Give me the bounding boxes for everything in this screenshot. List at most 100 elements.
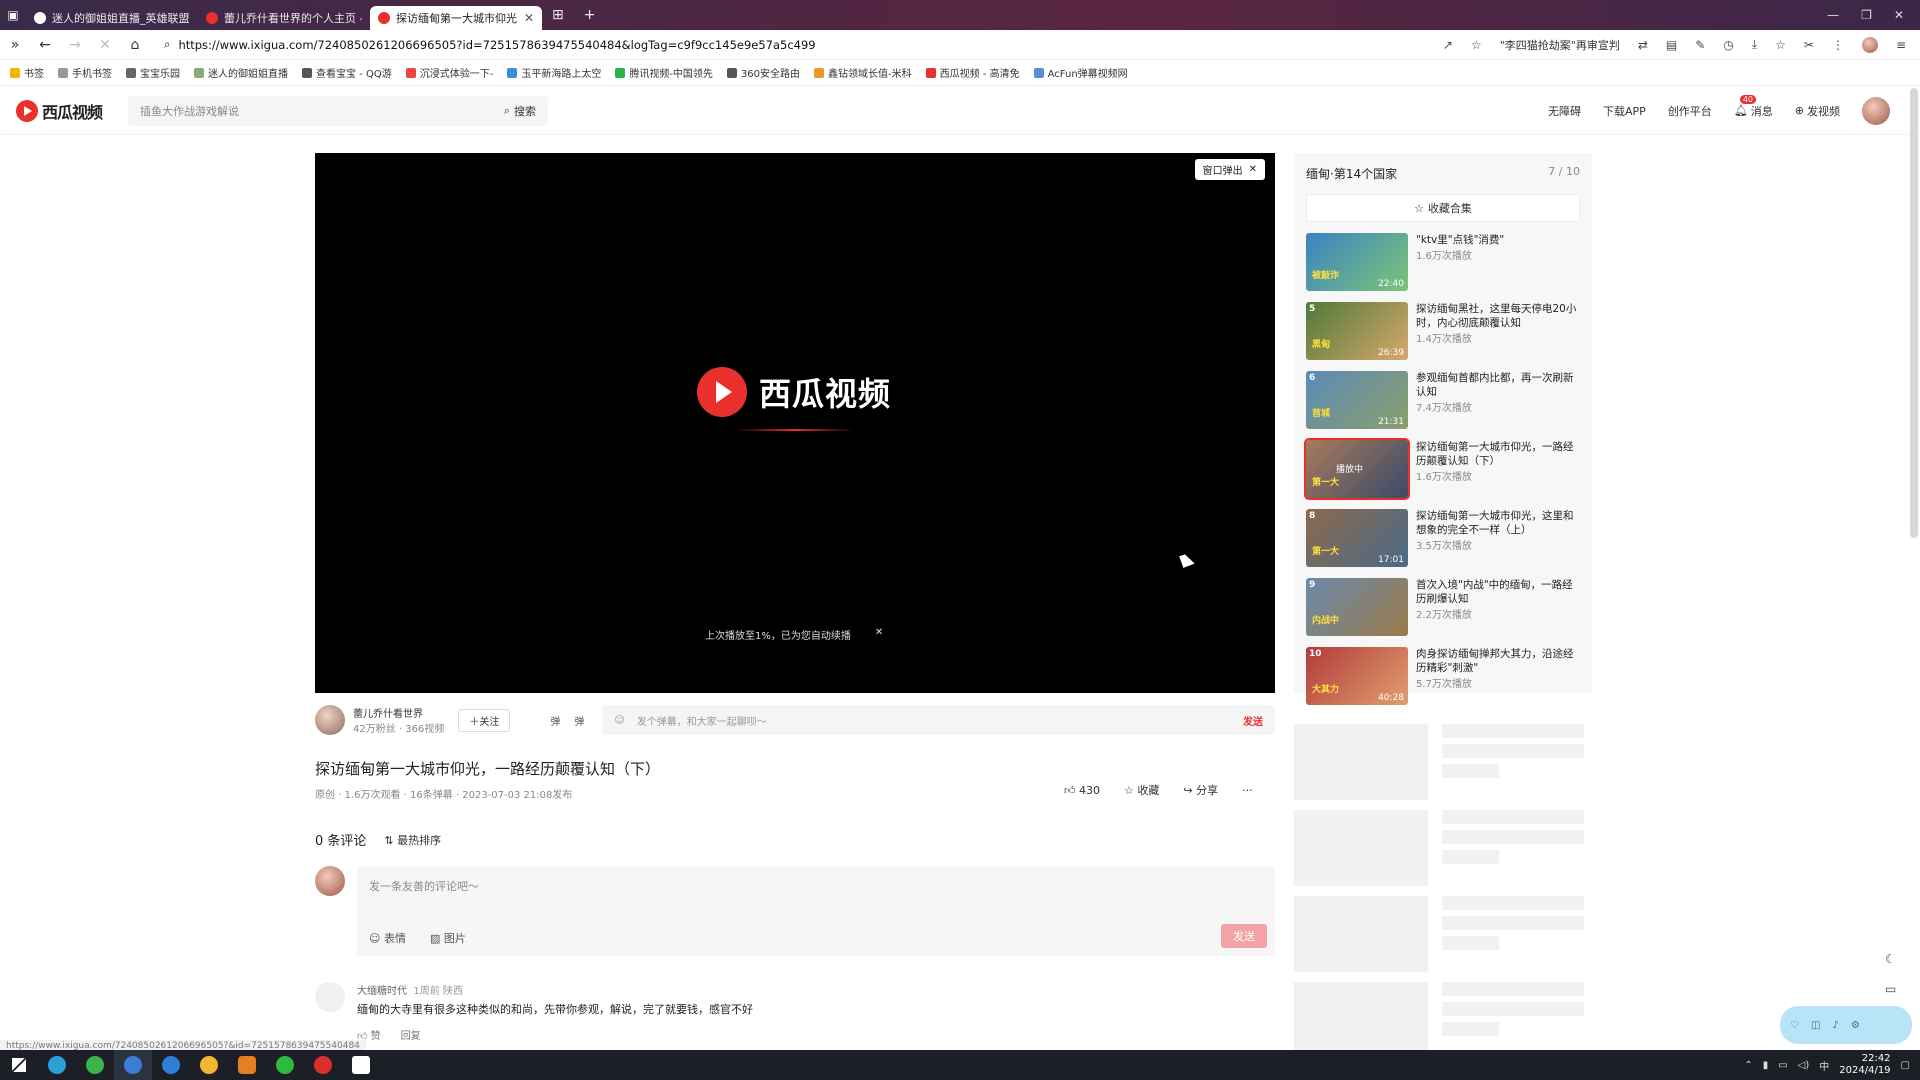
playlist-item[interactable]: 8 第一大 17:01 探访缅甸第一大城市仰光，这里和想象的完全不一样（上） 3.5万次…	[1294, 504, 1592, 573]
bookmark-item[interactable]: 玉平新海路上太空	[507, 65, 601, 80]
bookmark-item[interactable]: 鑫钻领域长值-米科	[814, 65, 912, 80]
video-player[interactable]: 窗口弹出 ✕ 西瓜视频 上次播放至1%，已为您自动续播 ✕	[315, 153, 1275, 693]
wechat-icon[interactable]	[266, 1050, 304, 1080]
menu-icon[interactable]: ≡	[1896, 38, 1906, 52]
emoji-button[interactable]: ☺ 表情	[369, 930, 406, 946]
favorite-star-icon[interactable]: ☆	[1471, 38, 1482, 52]
new-tab-icon[interactable]: +	[574, 7, 606, 23]
danmu-toggle-icon[interactable]: 弹	[550, 713, 560, 728]
playlist-item[interactable]: 9 内战中 首次入境"内战"中的缅甸，一路经历刷爆认知 2.2万次播放	[1294, 573, 1592, 642]
playlist-item[interactable]: 6 首城 21:31 参观缅甸首都内比都，再一次刷新认知 7.4万次播放	[1294, 366, 1592, 435]
close-window-icon[interactable]: ✕	[1894, 8, 1904, 22]
tab-group-icon[interactable]: ⊞	[542, 7, 574, 23]
playlist-item[interactable]: 10 大其力 40:28 肉身探访缅甸掸邦大其力，沿途经历精彩"刺激" 5.7万次播放	[1294, 642, 1592, 711]
playlist-thumbnail[interactable]: 9 内战中	[1306, 578, 1408, 636]
bookmark-item[interactable]: 360安全路由	[726, 65, 800, 80]
upload-video-button[interactable]: ⊕ 发视频	[1795, 103, 1840, 119]
playlist-video-title[interactable]: "ktv里"点钱"消费"	[1416, 233, 1504, 247]
creator-platform-link[interactable]: 创作平台	[1668, 103, 1712, 119]
sogou-icon[interactable]	[152, 1050, 190, 1080]
hot-search-hint[interactable]: "李四猫抢劫案"再审宣判	[1500, 37, 1620, 53]
like-button[interactable]: 👍︎ 430	[1064, 784, 1100, 797]
bookmark-item[interactable]: 书签	[10, 65, 44, 80]
danmu-input[interactable]: ☺ 发个弹幕，和大家一起聊呗～ 发送	[602, 705, 1275, 735]
notifications-button[interactable]: 🔔︎ 40 消息	[1734, 94, 1773, 119]
search-button[interactable]: ⌕ 搜索	[504, 103, 536, 119]
playlist-item[interactable]: 被敲诈 22:40 "ktv里"点钱"消费" 1.6万次播放	[1294, 228, 1592, 297]
comment-reply-button[interactable]: 回复	[401, 1027, 421, 1042]
playlist-thumbnail[interactable]: 10 大其力 40:28	[1306, 647, 1408, 705]
page-scrollbar[interactable]	[1910, 88, 1918, 538]
playlist-thumbnail[interactable]: 6 首城 21:31	[1306, 371, 1408, 429]
pdf-icon[interactable]: ▤	[1666, 38, 1677, 52]
playlist-video-title[interactable]: 参观缅甸首都内比都，再一次刷新认知	[1416, 371, 1580, 399]
edge-icon[interactable]	[38, 1050, 76, 1080]
playlist-video-title[interactable]: 探访缅甸黑社，这里每天停电20小时，内心彻底颠覆认知	[1416, 302, 1580, 330]
popout-button[interactable]: 窗口弹出 ✕	[1194, 159, 1265, 180]
playlist-video-title[interactable]: 探访缅甸第一大城市仰光，这里和想象的完全不一样（上）	[1416, 509, 1580, 537]
stop-icon[interactable]: ✕	[90, 37, 120, 53]
playlist-thumbnail[interactable]: 第一大 播放中	[1304, 438, 1410, 500]
bookmark-item[interactable]: 沉浸式体验一下-	[405, 65, 493, 80]
playlist-item[interactable]: 第一大 播放中 探访缅甸第一大城市仰光，一路经历颠覆认知（下） 1.6万次播放	[1294, 435, 1592, 504]
browser-profile-avatar[interactable]	[1861, 36, 1878, 53]
scissors-icon[interactable]: ✂	[1804, 38, 1814, 52]
gear-icon[interactable]: ⚙	[1851, 1020, 1860, 1031]
network-icon[interactable]: ▭	[1778, 1060, 1787, 1071]
more-icon[interactable]: ···	[1242, 784, 1253, 797]
cloud-widget[interactable]: ♡ ◫ ♪ ⚙	[1780, 1006, 1912, 1044]
app-icon[interactable]	[228, 1050, 266, 1080]
back-icon[interactable]: ←	[30, 37, 60, 53]
collect-button[interactable]: ☆ 收藏	[1124, 782, 1159, 798]
bookmark-item[interactable]: 西瓜视频 - 高清免	[925, 65, 1020, 80]
playlist-thumbnail[interactable]: 5 黑甸 26:39	[1306, 302, 1408, 360]
bookmark-item[interactable]: 手机书签	[58, 65, 112, 80]
usb-icon[interactable]: ▮	[1763, 1060, 1769, 1071]
tab-3-active[interactable]: 探访缅甸第一大城市仰光，一路 ✕	[370, 6, 542, 30]
playlist-video-title[interactable]: 探访缅甸第一大城市仰光，一路经历颠覆认知（下）	[1416, 440, 1580, 468]
danmu-send-button[interactable]: 发送	[1243, 713, 1263, 728]
site-logo[interactable]: 西瓜视频	[16, 99, 103, 123]
cloud-tool-icon[interactable]: ♪	[1832, 1020, 1838, 1031]
collect-collection-button[interactable]: ☆ 收藏合集	[1306, 194, 1580, 222]
more-vertical-icon[interactable]: ⋮	[1832, 38, 1844, 52]
window-menu-icon[interactable]: ▣	[0, 0, 26, 30]
url-field[interactable]: ⌕ https://www.ixigua.com/724085026120669…	[156, 33, 1437, 57]
tab-close-icon[interactable]: ✕	[524, 11, 534, 25]
playlist-thumbnail[interactable]: 8 第一大 17:01	[1306, 509, 1408, 567]
restore-icon[interactable]: ❐	[1861, 8, 1872, 22]
bookmark-item[interactable]: 宝宝乐园	[126, 65, 180, 80]
input-method-icon[interactable]: 中	[1819, 1058, 1829, 1073]
dark-mode-icon[interactable]: ☾	[1885, 952, 1896, 966]
commenter-avatar[interactable]	[315, 982, 345, 1012]
playlist-video-title[interactable]: 首次入境"内战"中的缅甸，一路经历刷爆认知	[1416, 578, 1580, 606]
playlist-thumbnail[interactable]: 被敲诈 22:40	[1306, 233, 1408, 291]
forward-icon[interactable]: →	[60, 37, 90, 53]
cloud-tool-icon[interactable]: ◫	[1811, 1020, 1820, 1031]
extension-icon[interactable]: ✎	[1695, 38, 1705, 52]
close-tip-icon[interactable]: ✕	[875, 627, 883, 642]
sort-button[interactable]: ⇅ 最热排序	[384, 832, 441, 848]
sidebar-toggle-icon[interactable]: »	[0, 37, 30, 53]
danmu-settings-icon[interactable]: 弹	[574, 713, 584, 728]
feedback-icon[interactable]: ▭	[1885, 982, 1896, 996]
history-icon[interactable]: ◷	[1723, 38, 1733, 52]
comment-send-button[interactable]: 发送	[1221, 924, 1267, 948]
cloud-tool-icon[interactable]: ♡	[1790, 1020, 1799, 1031]
comment-input[interactable]: 发一条友善的评论吧～ ☺ 表情 ▨ 图片 发送	[357, 866, 1275, 956]
home-icon[interactable]: ⌂	[120, 37, 150, 53]
bookmark-item[interactable]: 查看宝宝 - QQ游	[302, 65, 392, 80]
bookmark-item[interactable]: AcFun弹幕视频网	[1033, 65, 1128, 80]
playlist-video-title[interactable]: 肉身探访缅甸掸邦大其力，沿途经历精彩"刺激"	[1416, 647, 1580, 675]
follow-button[interactable]: ＋关注	[458, 708, 511, 732]
notification-center-icon[interactable]: ▢	[1901, 1060, 1910, 1071]
site-search-input[interactable]: 插鱼大作战游戏解说 ⌕ 搜索	[128, 95, 549, 126]
user-avatar[interactable]	[1862, 96, 1890, 125]
tab-2[interactable]: 蕾儿乔什看世界的个人主页 - 西瓜	[198, 6, 370, 30]
share-icon[interactable]: ↗	[1443, 38, 1453, 52]
tray-arrow-icon[interactable]: ⌃	[1744, 1060, 1752, 1071]
download-app-link[interactable]: 下载APP	[1603, 103, 1646, 119]
app-icon[interactable]	[304, 1050, 342, 1080]
download-icon[interactable]: ⤓	[1752, 37, 1757, 52]
bookmark-item[interactable]: 迷人的御姐姐直播	[194, 65, 288, 80]
